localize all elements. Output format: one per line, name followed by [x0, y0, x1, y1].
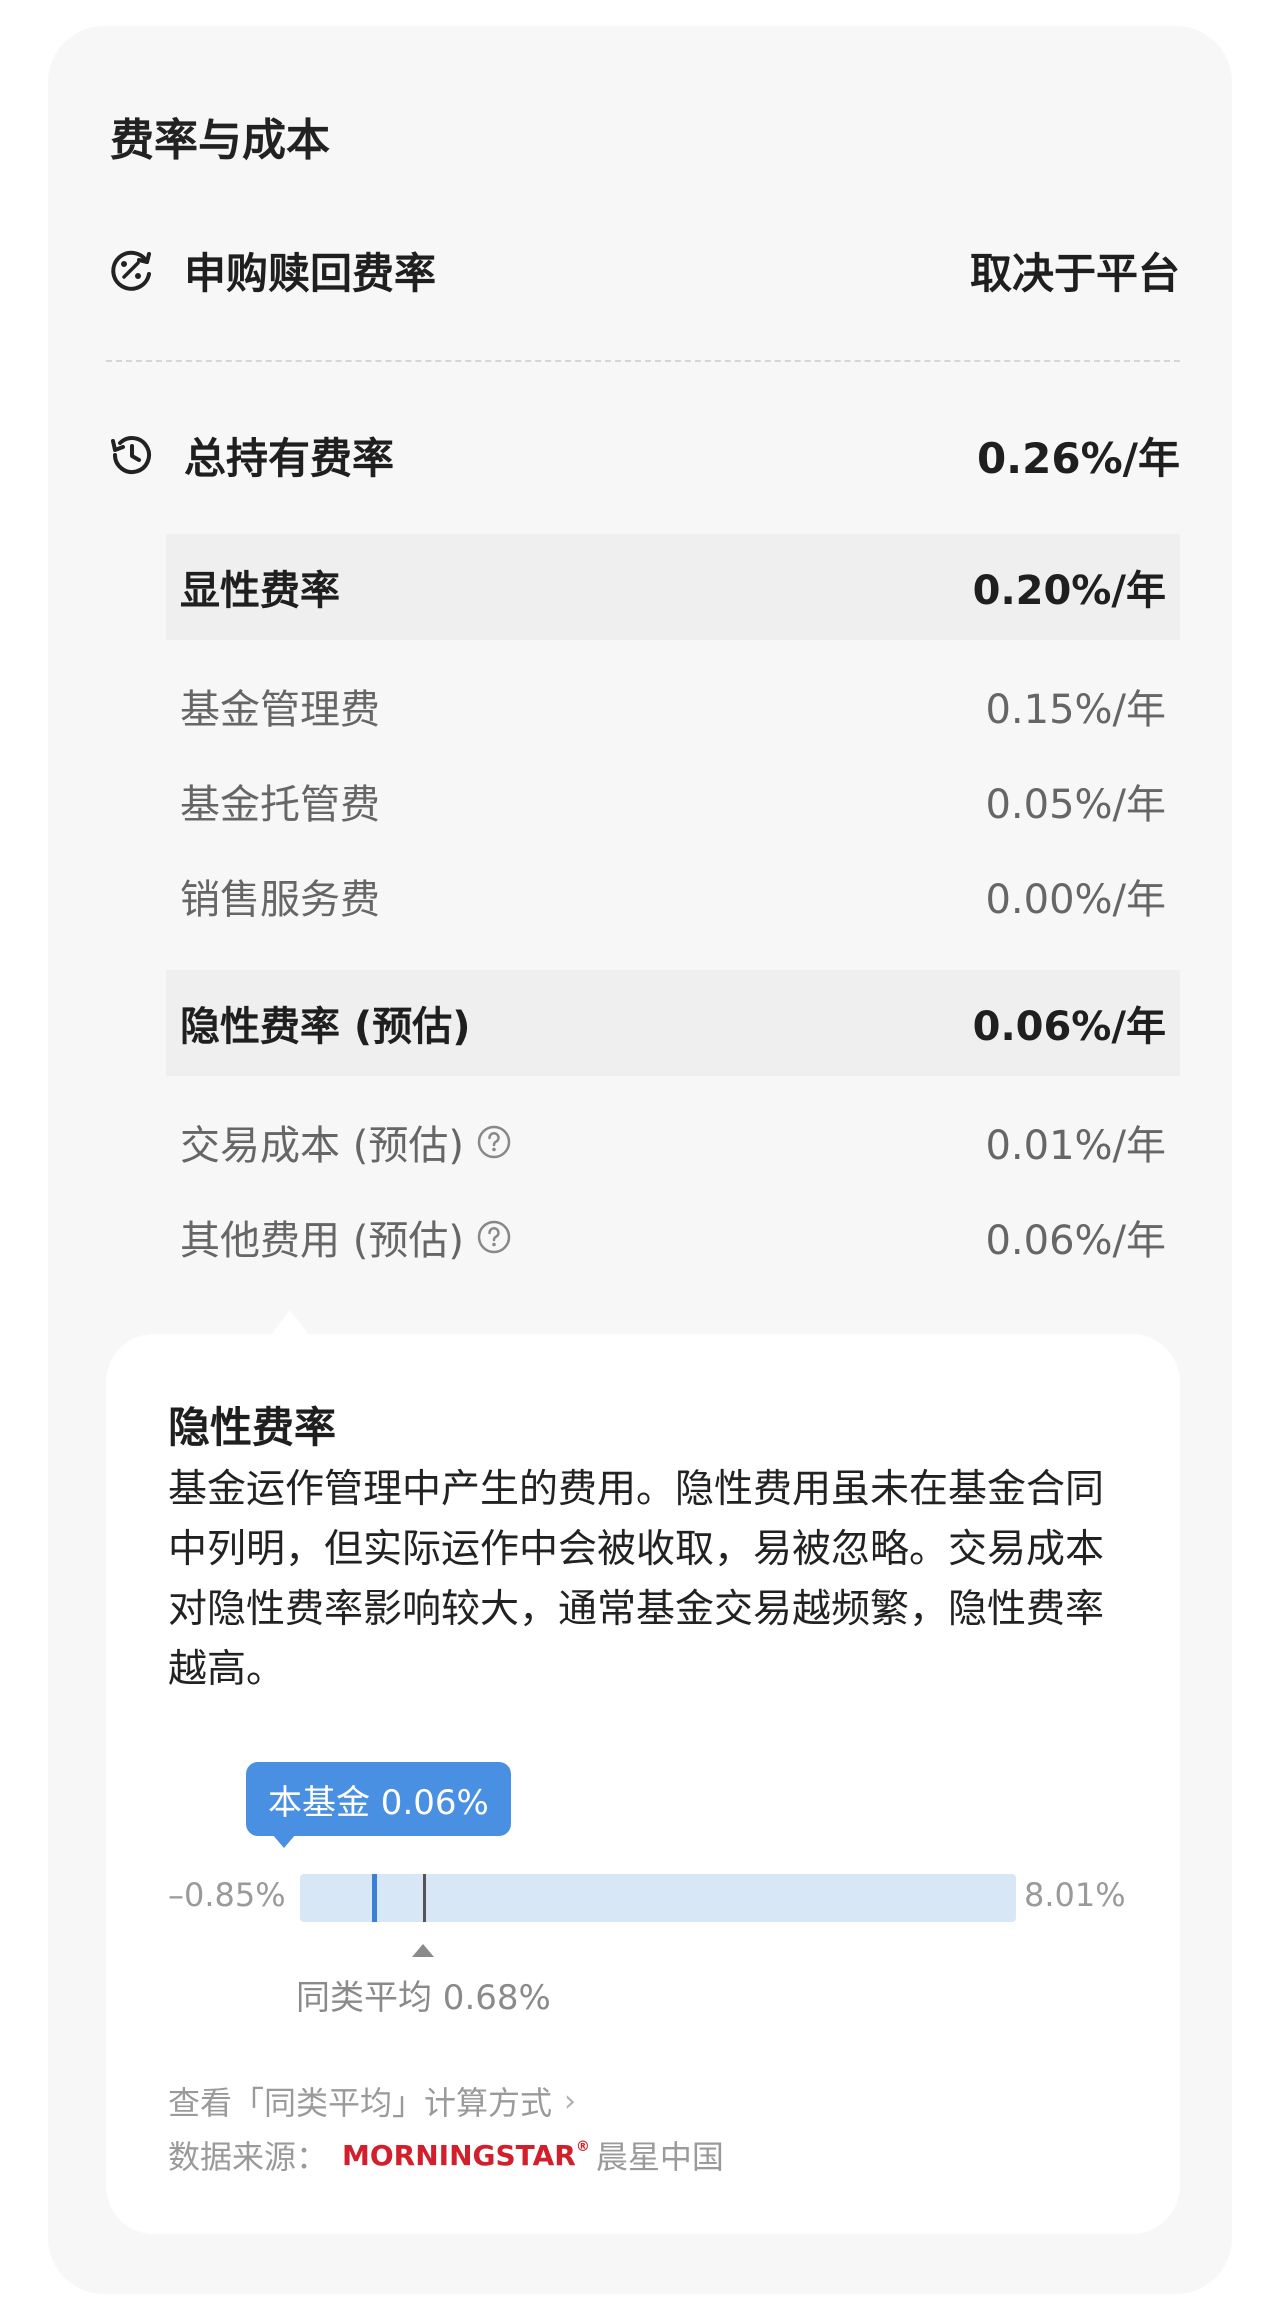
- fee-item-label: 销售服务费: [180, 877, 380, 923]
- average-calc-link[interactable]: 查看「同类平均」计算方式 ›: [168, 2078, 576, 2124]
- tooltip-arrow: [270, 1310, 310, 1336]
- fee-item-label: 其他费用 (预估): [180, 1218, 464, 1264]
- fee-item-value: 0.05%/年: [985, 782, 1166, 828]
- average-pointer: [412, 1944, 434, 1957]
- fee-item-row: 其他费用 (预估) 0.06%/年: [166, 1207, 1180, 1267]
- range-max-label: 8.01%: [1024, 1876, 1126, 1914]
- total-fee-label: 总持有费率: [184, 433, 395, 483]
- fee-item-row: 基金托管费 0.05%/年: [166, 771, 1180, 831]
- explicit-fee-header: 显性费率 0.20%/年: [166, 534, 1180, 640]
- subscription-fee-label: 申购赎回费率: [184, 248, 437, 298]
- explicit-fee-label: 显性费率: [180, 568, 340, 614]
- fee-item-label: 基金托管费: [180, 782, 380, 828]
- question-circle-icon[interactable]: [476, 1219, 512, 1255]
- fee-item-label: 基金管理费: [180, 687, 380, 733]
- tooltip-title: 隐性费率: [168, 1403, 337, 1452]
- fee-item-row: 销售服务费 0.00%/年: [166, 866, 1180, 926]
- average-calc-link-text: 查看「同类平均」计算方式: [168, 2084, 553, 2122]
- question-circle-icon[interactable]: [476, 1124, 512, 1160]
- percent-refresh-icon: [106, 245, 156, 295]
- fee-item-row: 交易成本 (预估) 0.01%/年: [166, 1112, 1180, 1172]
- fund-marker: [371, 1874, 377, 1922]
- section-title: 费率与成本: [110, 115, 330, 166]
- fee-item-value: 0.00%/年: [985, 877, 1166, 923]
- total-fee-row: 总持有费率 0.26%/年: [106, 415, 1180, 495]
- range-bar: [300, 1874, 1016, 1922]
- clock-history-icon: [106, 430, 156, 480]
- total-fee-value: 0.26%/年: [976, 433, 1180, 483]
- fee-item-value: 0.15%/年: [985, 687, 1166, 733]
- subscription-fee-row: 申购赎回费率 取决于平台: [106, 230, 1180, 310]
- badge-pointer: [272, 1834, 296, 1848]
- fund-value-badge: 本基金 0.06%: [246, 1762, 511, 1836]
- implicit-fee-header: 隐性费率 (预估) 0.06%/年: [166, 970, 1180, 1076]
- fee-item-row: 基金管理费 0.15%/年: [166, 676, 1180, 736]
- source-label: 数据来源：: [168, 2138, 329, 2176]
- fee-item-value: 0.01%/年: [985, 1123, 1166, 1169]
- source-name: 晨星中国: [595, 2138, 724, 2176]
- explicit-fee-value: 0.20%/年: [972, 568, 1166, 614]
- implicit-fee-value: 0.06%/年: [972, 1004, 1166, 1050]
- implicit-fee-tooltip: 隐性费率 基金运作管理中产生的费用。隐性费用虽未在基金合同中列明，但实际运作中会…: [106, 1334, 1180, 2234]
- implicit-fee-label: 隐性费率 (预估): [180, 1004, 471, 1050]
- range-min-label: –0.85%: [168, 1876, 286, 1914]
- dashed-divider: [106, 360, 1180, 362]
- average-marker: [422, 1874, 426, 1922]
- data-source: 数据来源： MORNINGSTAR® 晨星中国: [168, 2132, 724, 2178]
- subscription-fee-value: 取决于平台: [969, 248, 1180, 298]
- average-label: 同类平均 0.68%: [296, 1978, 551, 2018]
- fee-item-value: 0.06%/年: [985, 1218, 1166, 1264]
- chevron-right-icon: ›: [564, 2083, 577, 2119]
- morningstar-logo: MORNINGSTAR®: [342, 2138, 590, 2172]
- tooltip-body: 基金运作管理中产生的费用。隐性费用虽未在基金合同中列明，但实际运作中会被收取，易…: [168, 1467, 1105, 1692]
- fee-item-label: 交易成本 (预估): [180, 1123, 464, 1169]
